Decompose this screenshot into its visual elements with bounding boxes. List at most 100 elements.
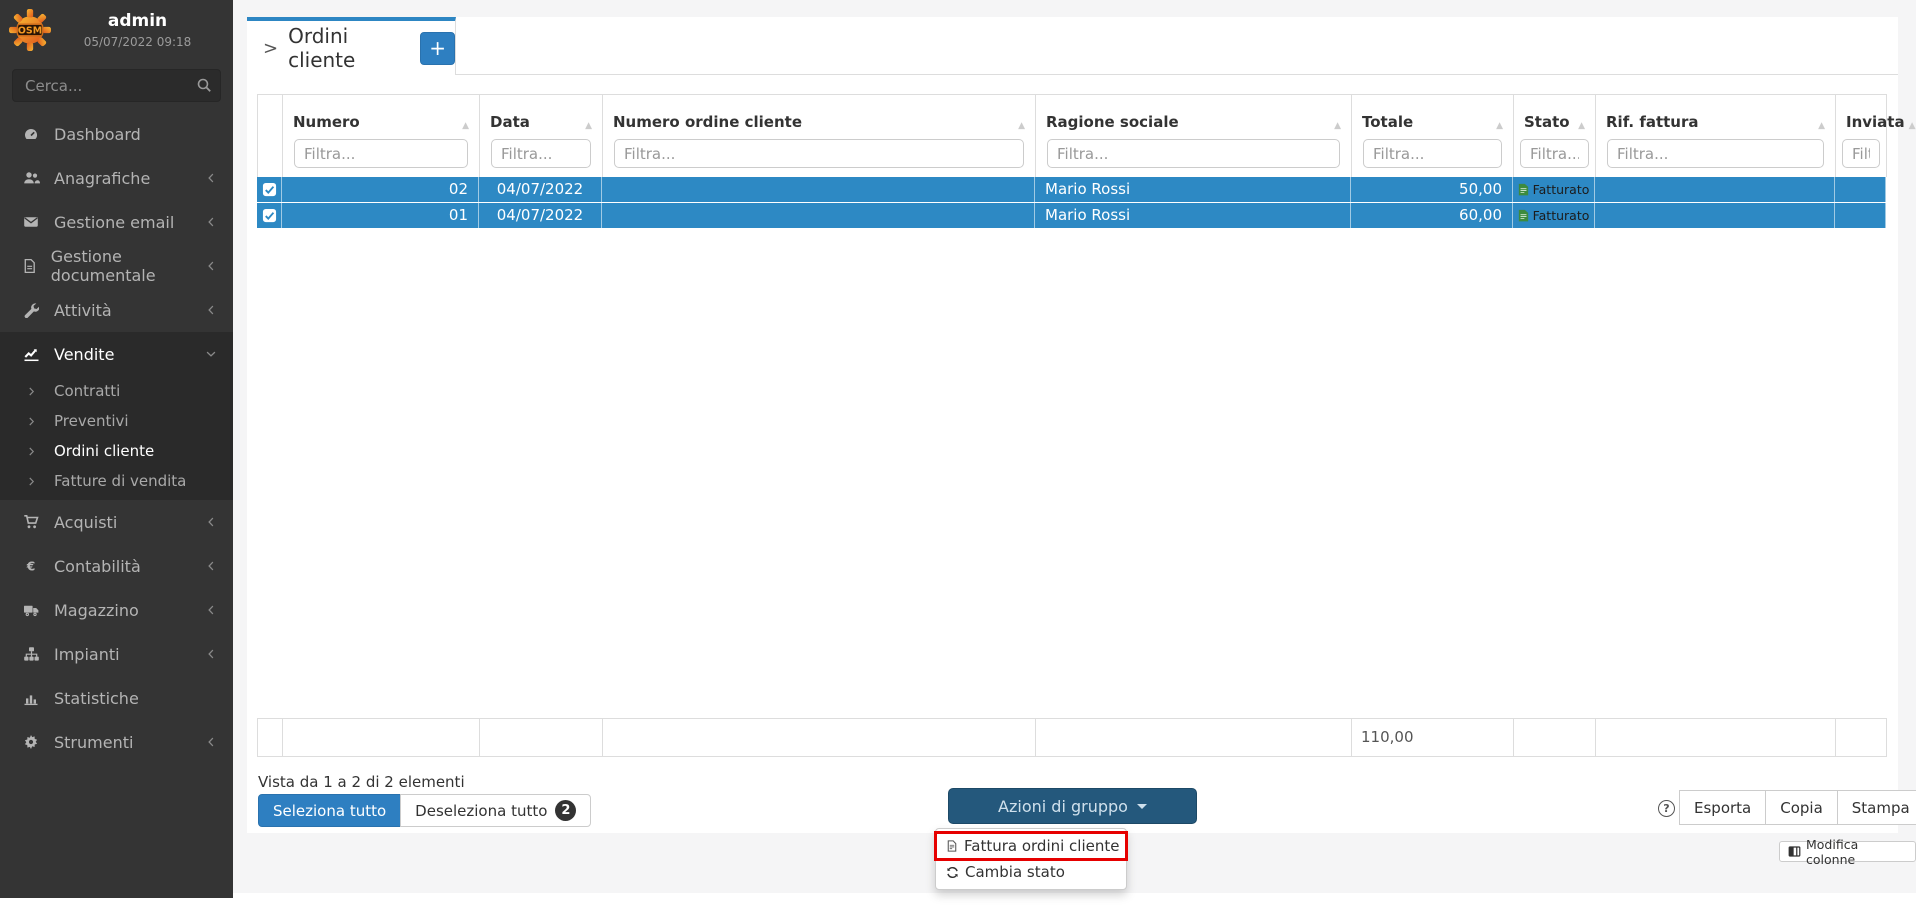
cell-rif xyxy=(1595,177,1835,202)
sidebar-header: OSM admin 05/07/2022 09:18 xyxy=(0,0,233,56)
table-body: 0204/07/2022Mario Rossi50,00Fatturato010… xyxy=(257,177,1886,229)
export-button[interactable]: Stampa xyxy=(1837,790,1916,825)
menu-item[interactable]: Cambia stato xyxy=(936,859,1126,885)
sidebar-item-label: Magazzino xyxy=(54,601,139,620)
help-icon[interactable]: ? xyxy=(1658,800,1675,817)
tab-ordini-cliente[interactable]: > Ordini cliente + xyxy=(247,17,456,75)
cell-totale: 60,00 xyxy=(1351,203,1513,228)
column-label: Numero ordine cliente xyxy=(613,113,802,132)
menu-chevron-icon xyxy=(205,348,217,360)
sidebar-item[interactable]: Statistiche xyxy=(0,676,233,720)
filter-noc-input[interactable] xyxy=(614,139,1024,168)
menu-item-label: Cambia stato xyxy=(965,863,1065,881)
export-button[interactable]: Copia xyxy=(1765,790,1838,825)
cell-inviata xyxy=(1835,203,1886,228)
table-row[interactable]: 0204/07/2022Mario Rossi50,00Fatturato xyxy=(257,177,1886,202)
group-actions-label: Azioni di gruppo xyxy=(998,797,1128,816)
cell-numero: 02 xyxy=(282,177,479,202)
table-footer-row: 110,00 xyxy=(257,718,1887,757)
sidebar-item[interactable]: Magazzino xyxy=(0,588,233,632)
column-header-numero[interactable]: Numero▲ xyxy=(283,95,480,177)
sidebar-item-icon xyxy=(20,690,42,706)
filter-ragione-input[interactable] xyxy=(1047,139,1340,168)
menu-item[interactable]: Fattura ordini cliente xyxy=(936,833,1126,859)
sidebar-item-block: Dashboard xyxy=(0,112,233,156)
column-label: Ragione sociale xyxy=(1046,113,1179,132)
table-columns-icon xyxy=(1788,845,1801,858)
menu-item-label: Fattura ordini cliente xyxy=(964,837,1119,855)
sidebar-item[interactable]: Impianti xyxy=(0,632,233,676)
column-label: Rif. fattura xyxy=(1606,113,1699,132)
sidebar-item[interactable]: Vendite xyxy=(0,332,233,376)
cell-noc xyxy=(602,177,1035,202)
sidebar-item[interactable]: Strumenti xyxy=(0,720,233,764)
sidebar-item-icon: € xyxy=(20,558,42,574)
export-button-group: Esporta Copia Stampa xyxy=(1679,790,1916,825)
menu-chevron-icon xyxy=(205,304,217,316)
sidebar-item[interactable]: Gestione email xyxy=(0,200,233,244)
sidebar-item[interactable]: Acquisti xyxy=(0,500,233,544)
column-label: Inviata xyxy=(1846,113,1905,132)
sidebar-subitem[interactable]: Preventivi xyxy=(0,406,233,436)
sidebar-item-block: Gestione documentale xyxy=(0,244,233,288)
column-header-ragione[interactable]: Ragione sociale▲ xyxy=(1036,95,1352,177)
sidebar-item-block: Attività xyxy=(0,288,233,332)
sidebar-item[interactable]: Attività xyxy=(0,288,233,332)
sidebar-item-block: Vendite Contratti Preventivi xyxy=(0,332,233,500)
table-row[interactable]: 0104/07/2022Mario Rossi60,00Fatturato xyxy=(257,203,1886,228)
column-header-noc[interactable]: Numero ordine cliente ▲ xyxy=(603,95,1036,177)
filter-stato-input[interactable] xyxy=(1520,139,1589,168)
sidebar-item-block: Magazzino xyxy=(0,588,233,632)
status-badge: Fatturato xyxy=(1513,177,1594,202)
sidebar-subitem[interactable]: Contratti xyxy=(0,376,233,406)
column-header-totale[interactable]: Totale▲ xyxy=(1352,95,1514,177)
column-label: Totale xyxy=(1362,113,1413,132)
menu-item-icon xyxy=(946,839,958,853)
filter-inviata-input[interactable] xyxy=(1842,139,1880,168)
sort-caret-icon: ▲ xyxy=(458,121,469,132)
column-header-inviata[interactable]: Inviata▲ xyxy=(1836,95,1887,177)
status-label: Fatturato xyxy=(1533,178,1590,202)
column-header-select xyxy=(258,95,283,177)
modify-columns-label: Modifica colonne xyxy=(1806,837,1907,867)
sidebar-item-label: Contabilità xyxy=(54,557,141,576)
menu-chevron-icon xyxy=(205,216,217,228)
footer-cell-data xyxy=(479,718,603,757)
sidebar-item[interactable]: Anagrafiche xyxy=(0,156,233,200)
select-all-button[interactable]: Seleziona tutto xyxy=(258,794,401,827)
sidebar-item[interactable]: Dashboard xyxy=(0,112,233,156)
column-header-data[interactable]: Data▲ xyxy=(480,95,603,177)
add-order-button[interactable]: + xyxy=(420,32,455,65)
sort-caret-icon: ▲ xyxy=(1574,121,1585,132)
sidebar-item[interactable]: € Contabilità xyxy=(0,544,233,588)
footer-cell-noc xyxy=(602,718,1036,757)
sort-caret-icon: ▲ xyxy=(1014,121,1025,132)
sidebar-subitem[interactable]: Ordini cliente xyxy=(0,436,233,466)
group-actions-button[interactable]: Azioni di gruppo xyxy=(948,788,1197,824)
filter-totale-input[interactable] xyxy=(1363,139,1502,168)
modify-columns-button[interactable]: Modifica colonne xyxy=(1779,841,1916,862)
row-selected-checkbox[interactable] xyxy=(257,177,282,202)
caret-down-icon xyxy=(1137,804,1147,809)
deselect-all-button[interactable]: Deseleziona tutto 2 xyxy=(400,794,591,827)
filter-rif-input[interactable] xyxy=(1607,139,1824,168)
export-button[interactable]: Esporta xyxy=(1679,790,1766,825)
column-header-stato[interactable]: Stato▲ xyxy=(1514,95,1596,177)
sidebar-item-block: Statistiche xyxy=(0,676,233,720)
footer-cell-select xyxy=(257,718,283,757)
sidebar-item-icon xyxy=(20,170,42,186)
cell-totale: 50,00 xyxy=(1351,177,1513,202)
sidebar-item-block: Gestione email xyxy=(0,200,233,244)
sidebar-item[interactable]: Gestione documentale xyxy=(0,244,233,288)
filter-numero-input[interactable] xyxy=(294,139,468,168)
sidebar-subitem[interactable]: Fatture di vendita xyxy=(0,466,233,496)
search-input[interactable] xyxy=(12,69,221,102)
sidebar-item-icon xyxy=(20,214,42,230)
menu-chevron-icon xyxy=(205,172,217,184)
sidebar-item-label: Vendite xyxy=(54,345,114,364)
column-header-rif[interactable]: Rif. fattura▲ xyxy=(1596,95,1836,177)
app-logo-gear-icon: OSM xyxy=(8,8,52,52)
footer-cell-numero xyxy=(282,718,480,757)
row-selected-checkbox[interactable] xyxy=(257,203,282,228)
filter-data-input[interactable] xyxy=(491,139,591,168)
